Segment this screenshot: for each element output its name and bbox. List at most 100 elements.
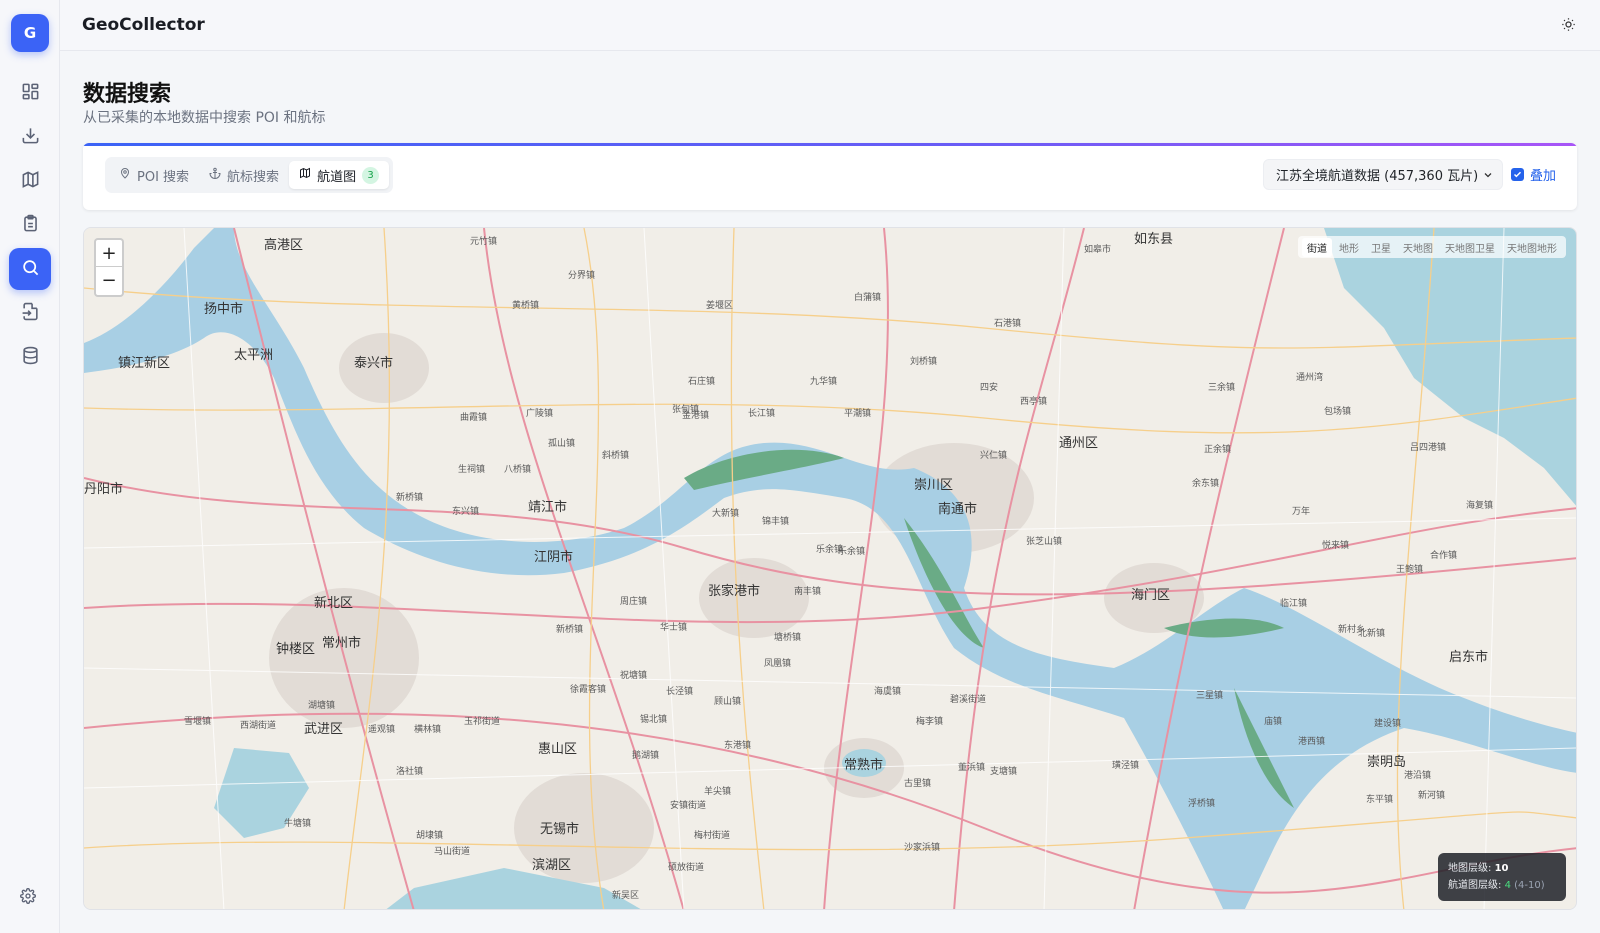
tab-label: POI 搜索 — [137, 169, 190, 185]
map-icon — [299, 167, 311, 183]
map-city-label: 镇江新区 — [118, 356, 171, 371]
map-city-label: 张家港市 — [708, 584, 761, 599]
layer-option-tianditu-terrain[interactable]: 天地图地形 — [1502, 238, 1562, 257]
map-city-label: 如东县 — [1134, 232, 1174, 247]
map-town-label: 兴仁镇 — [980, 451, 1008, 461]
map-town-label: 周庄镇 — [620, 597, 648, 607]
overlay-toggle[interactable]: 叠加 — [1511, 165, 1556, 184]
map-town-label: 建设镇 — [1374, 719, 1402, 729]
map-town-label: 雪堰镇 — [184, 717, 212, 727]
map-town-label: 万年 — [1292, 507, 1311, 517]
sidebar-item-dashboard[interactable] — [9, 72, 51, 114]
sidebar-item-map[interactable] — [9, 160, 51, 202]
dataset-selected-value: 江苏全境航道数据 (457,360 瓦片) — [1276, 169, 1479, 184]
map-town-label: 九华镇 — [810, 377, 838, 387]
layer-option-tianditu-satellite[interactable]: 天地图卫星 — [1440, 238, 1500, 257]
chart-zoom-value: 4 — [1504, 880, 1511, 891]
map-view[interactable]: 高港区 扬中市 镇江新区 泰兴市 靖江市 江阴市 张家港市 南通市 崇川区 通州… — [83, 227, 1577, 910]
tab-label: 航标搜索 — [227, 169, 280, 185]
map-city-label: 江阴市 — [534, 550, 574, 565]
sidebar-item-download[interactable] — [9, 116, 51, 158]
map-icon — [21, 170, 40, 193]
chart-zoom-range: (4-10) — [1514, 880, 1545, 891]
layer-option-street[interactable]: 街道 — [1302, 237, 1332, 257]
map-town-label: 通州湾 — [1296, 373, 1324, 383]
map-town-label: 南丰镇 — [794, 587, 822, 597]
map-zoom-value: 10 — [1494, 863, 1509, 874]
sidebar-item-search[interactable] — [9, 248, 51, 290]
map-town-label: 沙家浜镇 — [904, 843, 941, 853]
map-city-label: 新北区 — [314, 596, 354, 611]
sidebar-item-tasks[interactable] — [9, 204, 51, 246]
tab-poi-search[interactable]: POI 搜索 — [109, 161, 199, 189]
map-town-label: 锦丰镇 — [762, 517, 790, 527]
map-town-label: 港西镇 — [1298, 737, 1326, 747]
map-base-layer[interactable] — [84, 228, 1577, 910]
map-town-label: 刘桥镇 — [910, 357, 938, 367]
clipboard-icon — [21, 214, 40, 237]
overlay-checkbox[interactable] — [1511, 168, 1524, 181]
map-town-label: 大新镇 — [712, 509, 740, 519]
map-town-label: 华士镇 — [660, 623, 688, 633]
file-import-icon — [21, 302, 40, 325]
map-town-label: 临江镇 — [1280, 599, 1308, 609]
map-city-label: 丹阳市 — [84, 482, 124, 497]
map-town-label: 元竹镇 — [470, 237, 498, 247]
map-town-label: 碧溪街道 — [950, 695, 987, 705]
tab-channel-chart[interactable]: 航道图 3 — [289, 161, 390, 189]
map-town-label: 董浜镇 — [958, 763, 986, 773]
layer-switcher: 街道 地形 卫星 天地图 天地图卫星 天地图地形 — [1298, 236, 1566, 258]
map-town-label: 璜泾镇 — [1112, 761, 1140, 771]
count-badge: 3 — [362, 166, 380, 184]
map-city-label: 常州市 — [322, 636, 362, 651]
map-town-label: 王鲍镇 — [1396, 565, 1424, 575]
map-city-label: 泰兴市 — [354, 356, 394, 371]
map-town-label: 塘桥镇 — [774, 633, 802, 643]
map-town-label: 三余镇 — [1208, 383, 1236, 393]
map-town-label: 东兴镇 — [452, 507, 480, 517]
map-town-label: 牛塘镇 — [284, 819, 312, 829]
map-town-label: 湖塘镇 — [308, 701, 336, 711]
dataset-select[interactable]: 江苏全境航道数据 (457,360 瓦片) — [1263, 159, 1503, 190]
map-city-label: 惠山区 — [538, 742, 578, 757]
map-town-label: 三星镇 — [1196, 691, 1224, 701]
top-bar: GeoCollector — [60, 0, 1600, 51]
zoom-control: + − — [94, 238, 124, 297]
layer-option-terrain[interactable]: 地形 — [1334, 238, 1364, 257]
map-town-label: 支塘镇 — [990, 767, 1018, 777]
map-town-label: 横林镇 — [414, 725, 442, 735]
map-town-label: 玉祁街道 — [464, 717, 501, 727]
page-title: 数据搜索 — [83, 82, 172, 107]
map-town-label: 黄桥镇 — [512, 301, 540, 311]
tab-beacon-search[interactable]: 航标搜索 — [199, 161, 289, 189]
map-town-label: 顾山镇 — [714, 697, 742, 707]
zoom-out-button[interactable]: − — [96, 267, 122, 294]
sidebar-item-database[interactable] — [9, 336, 51, 378]
map-town-label: 东平镇 — [1366, 795, 1394, 805]
app-title: GeoCollector — [82, 15, 205, 35]
layer-option-satellite[interactable]: 卫星 — [1366, 238, 1396, 257]
map-town-label: 新桥镇 — [396, 493, 424, 503]
map-town-label: 胡埭镇 — [416, 831, 444, 841]
map-town-label: 长江镇 — [748, 409, 776, 419]
map-town-label: 乐余镇 — [838, 547, 866, 557]
app-logo[interactable]: G — [11, 14, 49, 52]
sidebar-item-import[interactable] — [9, 292, 51, 334]
layer-option-tianditu[interactable]: 天地图 — [1398, 238, 1438, 257]
map-city-label: 常熟市 — [844, 758, 884, 773]
map-town-label: 悦来镇 — [1322, 541, 1350, 551]
settings-button[interactable] — [20, 888, 40, 908]
zoom-info-panel: 地图层级: 10 航道图层级: 4 (4-10) — [1438, 853, 1566, 901]
chart-zoom-label: 航道图层级: — [1448, 880, 1502, 891]
map-town-label: 斜桥镇 — [602, 451, 630, 461]
pin-icon — [119, 167, 131, 183]
theme-toggle-button[interactable] — [1558, 16, 1578, 36]
map-town-label: 梅李镇 — [916, 717, 944, 727]
overlay-label: 叠加 — [1530, 169, 1557, 184]
map-town-label: 硕放街道 — [668, 863, 705, 873]
sidebar: G — [0, 0, 60, 933]
database-icon — [21, 346, 40, 369]
map-town-label: 新桥镇 — [556, 625, 584, 635]
zoom-in-button[interactable]: + — [96, 240, 122, 267]
map-town-label: 西湖街道 — [240, 721, 277, 731]
